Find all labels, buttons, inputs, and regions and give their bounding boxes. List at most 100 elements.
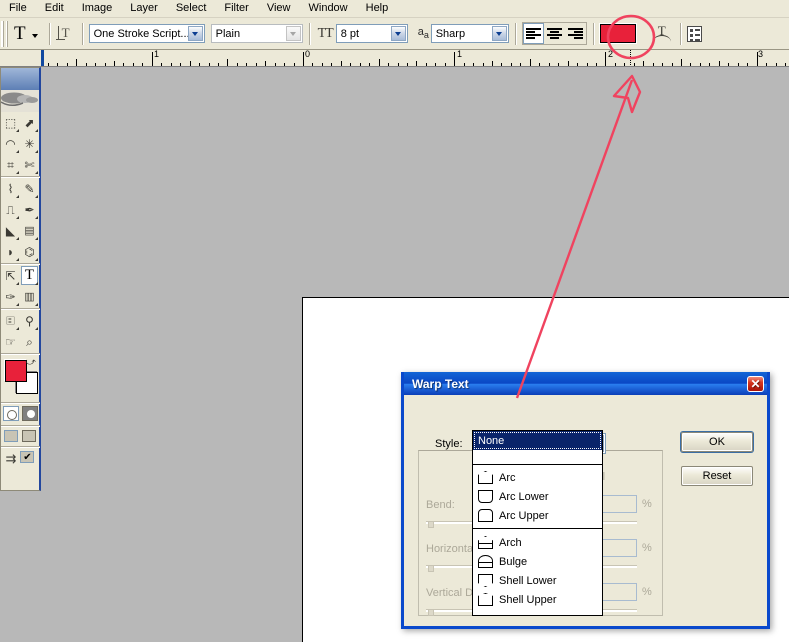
ruler-tick	[246, 63, 247, 66]
font-style-combo[interactable]: Plain	[211, 24, 303, 43]
ok-button[interactable]: OK	[681, 432, 753, 452]
dialog-titlebar[interactable]: Warp Text ✕	[404, 372, 767, 395]
ruler-tick	[785, 63, 786, 66]
anti-aliasing-combo[interactable]: Sharp	[431, 24, 509, 43]
ruler-text-cursor-marker	[630, 50, 631, 66]
options-bar-grip[interactable]	[1, 21, 8, 47]
dodge-tool[interactable]: ⌬	[20, 241, 39, 262]
ruler-label: 1	[154, 50, 159, 59]
ruler-tick	[275, 63, 276, 66]
chevron-down-icon[interactable]	[391, 26, 406, 41]
lasso-tool[interactable]: ◠	[1, 133, 20, 154]
warp-arclow-icon	[478, 490, 493, 503]
history-brush-tool[interactable]: ✒	[20, 199, 39, 220]
horizontal-type-tool[interactable]: T	[20, 265, 39, 286]
font-size-combo[interactable]: 8 pt	[336, 24, 408, 43]
close-icon[interactable]: ✕	[747, 376, 764, 392]
edit-in-imageready-icon[interactable]: ✔	[20, 451, 34, 463]
dropdown-separator	[473, 528, 602, 529]
font-family-combo[interactable]: One Stroke Script...	[89, 24, 205, 43]
eyedropper-tool[interactable]: ⚲	[20, 310, 39, 331]
create-warped-text-icon[interactable]: T	[650, 23, 674, 45]
notes-tool[interactable]: 🗉	[1, 310, 20, 331]
standard-mode-icon[interactable]	[3, 406, 19, 421]
menu-item-help[interactable]: Help	[357, 1, 398, 16]
swap-colors-icon[interactable]: ⤻	[25, 357, 36, 368]
healing-brush-tool[interactable]: ⌇	[1, 178, 20, 199]
ruler-tick	[464, 63, 465, 66]
full-screen-mode-icon[interactable]	[22, 430, 36, 442]
eraser-tool[interactable]: ◣	[1, 220, 20, 241]
menu-item-image[interactable]: Image	[73, 1, 122, 16]
chevron-down-icon[interactable]	[188, 26, 203, 41]
menu-item-view[interactable]: View	[258, 1, 300, 16]
move-tool[interactable]: ⬈	[20, 112, 39, 133]
hand-tool[interactable]: ☞	[1, 331, 20, 352]
dropdown-option-bulge[interactable]: Bulge	[473, 552, 602, 571]
divider	[680, 23, 681, 45]
ruler-tick	[662, 63, 663, 66]
quick-mask-mode-icon[interactable]	[22, 406, 38, 421]
chevron-down-icon[interactable]	[32, 34, 38, 38]
dropdown-option-arch[interactable]: Arch	[473, 533, 602, 552]
menu-item-edit[interactable]: Edit	[36, 1, 73, 16]
dropdown-option-shell-upper[interactable]: Shell Upper	[473, 590, 602, 609]
horizontal-ruler[interactable]: 10123	[0, 50, 789, 67]
menu-item-layer[interactable]: Layer	[121, 1, 167, 16]
ruler-tick	[67, 63, 68, 66]
clone-stamp-tool[interactable]: ⎍	[1, 199, 20, 220]
color-picker-swatches: ⤻	[1, 355, 39, 401]
divider	[82, 23, 83, 45]
text-color-swatch[interactable]	[600, 24, 636, 43]
dropdown-option-label: Shell Upper	[499, 594, 556, 606]
text-tool-icon[interactable]: T	[10, 24, 28, 43]
foreground-color-swatch[interactable]	[5, 360, 27, 382]
ruler-tick	[473, 63, 474, 66]
divider	[1, 308, 40, 309]
gradient-tool[interactable]: ▤	[20, 220, 39, 241]
dropdown-option-arc[interactable]: Arc	[473, 468, 602, 487]
ruler-tick	[416, 61, 417, 66]
menu-item-window[interactable]: Window	[300, 1, 357, 16]
slice-tool[interactable]: ✄	[20, 154, 39, 175]
ruler-tick	[539, 63, 540, 66]
ruler-tick	[379, 59, 380, 66]
align-center-icon[interactable]	[544, 23, 565, 44]
rectangle-tool[interactable]: ▥	[20, 286, 39, 307]
zoom-tool[interactable]: ⌕	[20, 331, 39, 352]
brush-tool[interactable]: ✎	[20, 178, 39, 199]
rectangular-marquee-tool[interactable]: ⬚	[1, 112, 20, 133]
magic-wand-tool[interactable]: ✳	[20, 133, 39, 154]
toggle-palettes-icon[interactable]	[687, 26, 702, 42]
ruler-tick	[558, 63, 559, 66]
menu-item-filter[interactable]: Filter	[215, 1, 257, 16]
align-left-icon[interactable]	[523, 23, 544, 44]
align-right-icon[interactable]	[565, 23, 586, 44]
crop-tool[interactable]: ⌗	[1, 154, 20, 175]
chevron-down-icon[interactable]	[286, 26, 301, 41]
ruler-tick	[133, 63, 134, 66]
dropdown-option-label: None	[478, 435, 504, 447]
jump-to-imageready-icon[interactable]: ⇉	[6, 451, 17, 467]
tools-palette-titlebar[interactable]	[1, 68, 39, 90]
dropdown-option-arc-lower[interactable]: Arc Lower	[473, 487, 602, 506]
chevron-down-icon[interactable]	[492, 26, 507, 41]
path-selection-tool[interactable]: ⇱	[1, 265, 20, 286]
menu-item-select[interactable]: Select	[167, 1, 216, 16]
dropdown-option-shell-lower[interactable]: Shell Lower	[473, 571, 602, 590]
blur-tool[interactable]: ◗	[1, 241, 20, 262]
ruler-origin-marker[interactable]	[41, 50, 44, 66]
style-dropdown-list[interactable]: NoneArcArc LowerArc UpperArchBulgeShell …	[472, 430, 603, 616]
ruler-tick	[672, 63, 673, 66]
pen-tool[interactable]: ✑	[1, 286, 20, 307]
ruler-tick	[520, 63, 521, 66]
menu-item-file[interactable]: File	[0, 1, 36, 16]
dropdown-option-arc-upper[interactable]: Arc Upper	[473, 506, 602, 525]
anti-aliasing-icon: aa	[416, 26, 431, 40]
ruler-tick	[388, 63, 389, 66]
dropdown-option-none[interactable]: None	[473, 431, 602, 450]
reset-button[interactable]: Reset	[681, 466, 753, 486]
ruler-tick	[435, 63, 436, 66]
text-orientation-icon[interactable]: T	[56, 23, 76, 45]
standard-screen-mode-icon[interactable]	[4, 430, 18, 442]
